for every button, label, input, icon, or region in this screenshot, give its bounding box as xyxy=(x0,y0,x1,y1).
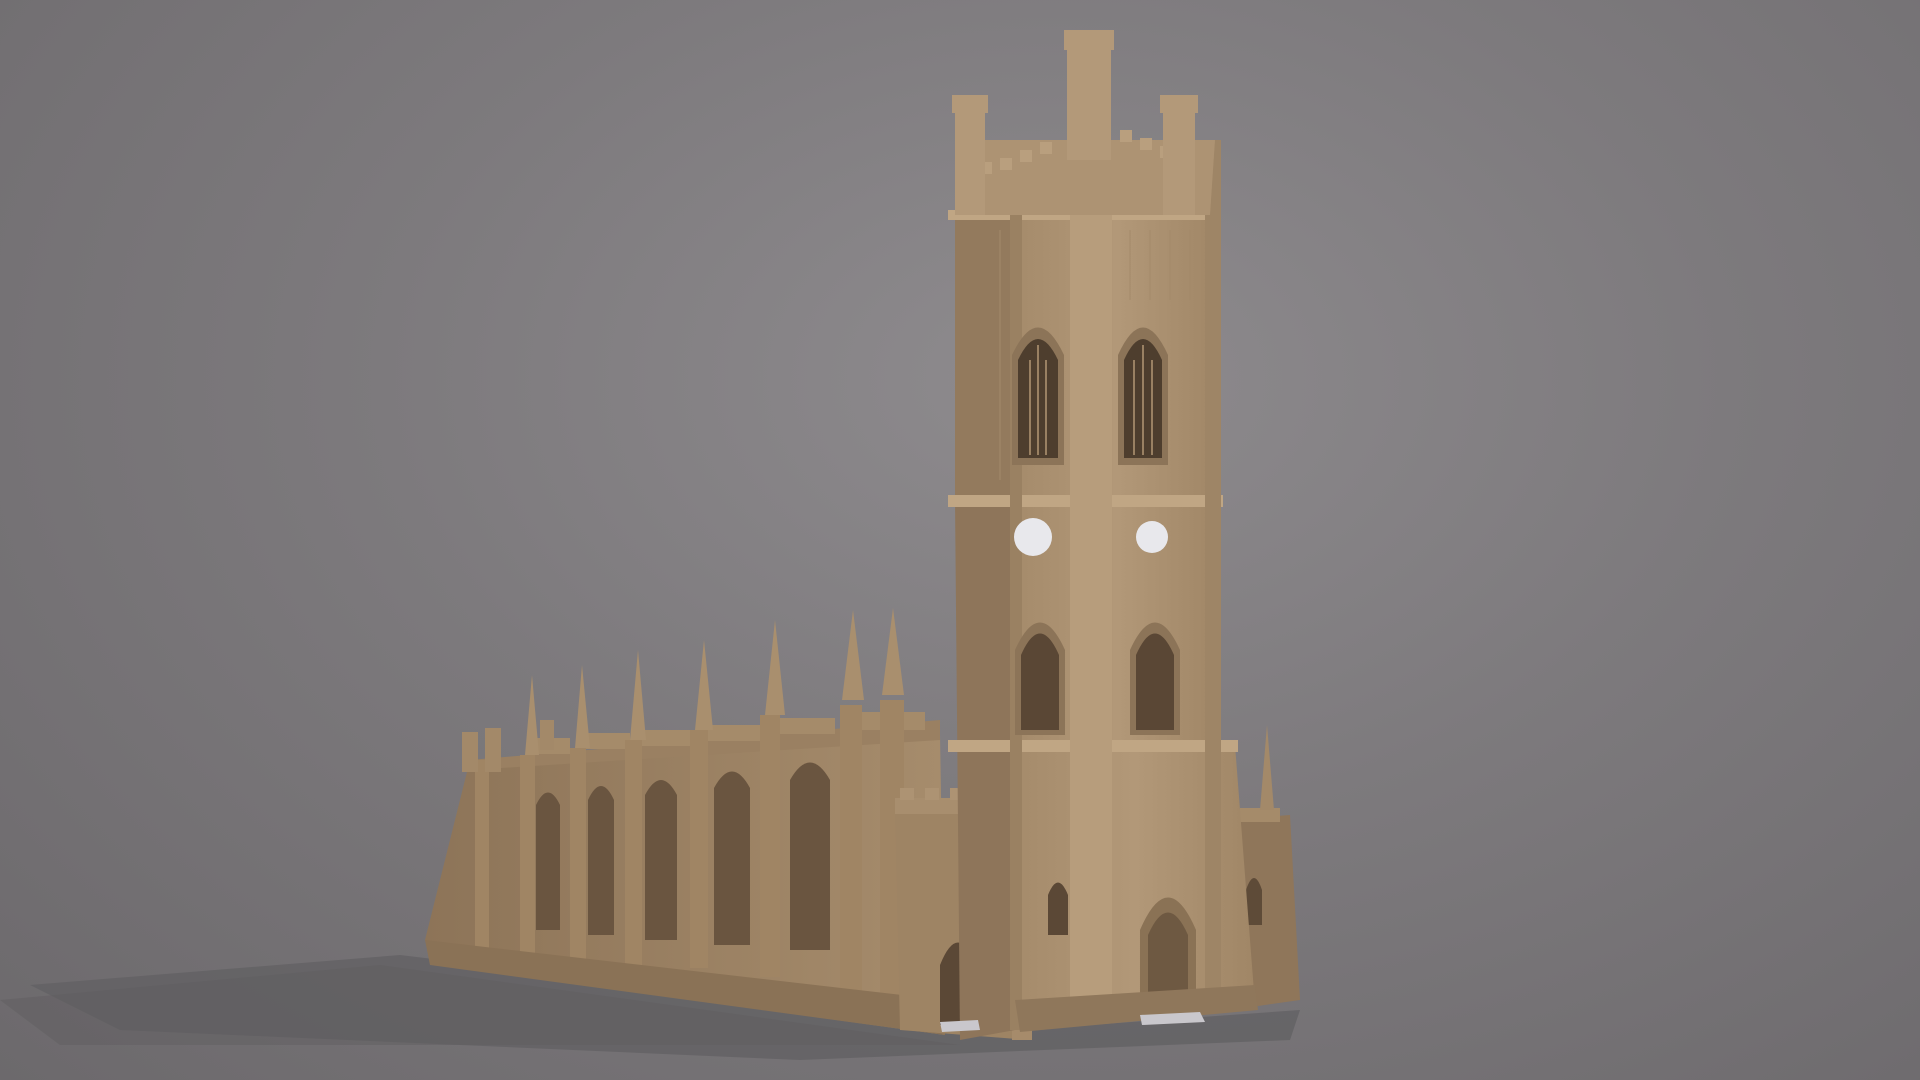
church-model-render xyxy=(0,30,1300,1060)
tower-side-left xyxy=(955,490,1015,1040)
model-viewport[interactable] xyxy=(0,0,1920,1080)
porch-step xyxy=(940,1020,980,1032)
tower-middle-side xyxy=(955,215,1015,500)
annex-window xyxy=(1246,878,1262,925)
annex-pinnacle xyxy=(1260,725,1274,810)
tower-small-window xyxy=(1048,882,1068,935)
tower xyxy=(940,30,1258,1040)
clock-face-left xyxy=(1014,518,1052,556)
tower-corner-buttress xyxy=(1070,140,1112,1020)
clock-face-right xyxy=(1136,521,1168,553)
nave xyxy=(425,608,945,1035)
